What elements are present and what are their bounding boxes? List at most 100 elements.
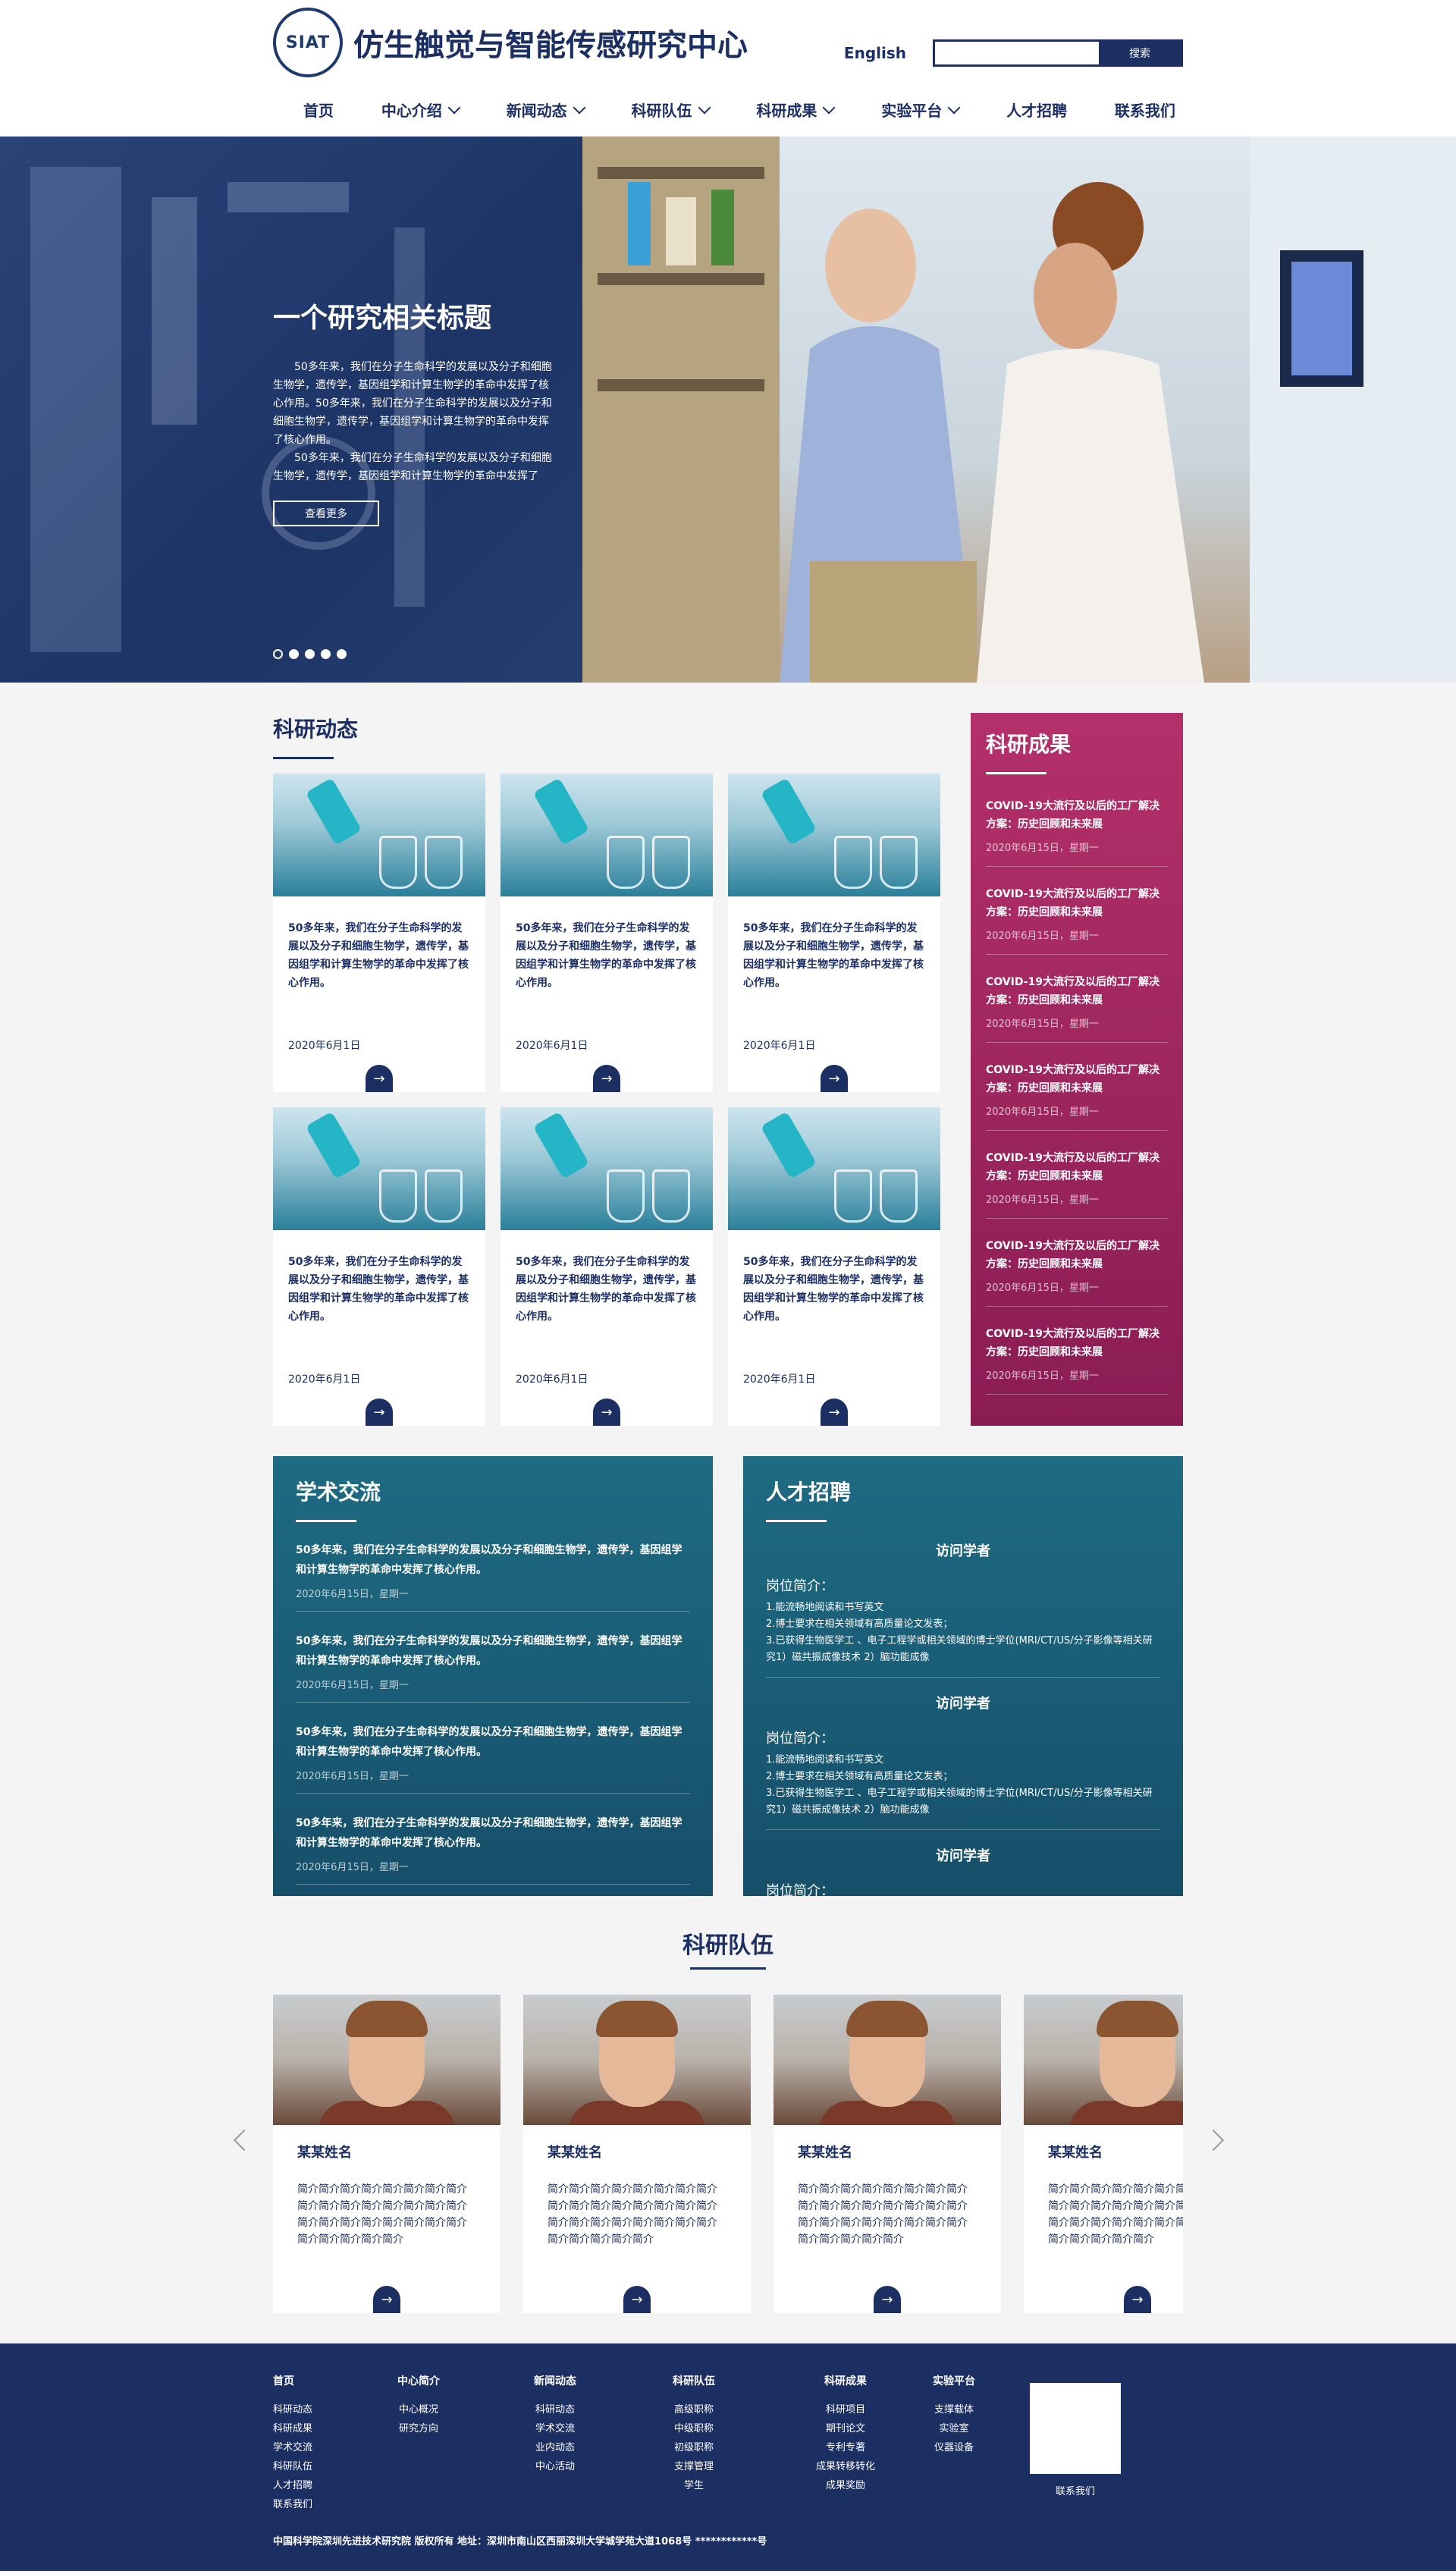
footer-link[interactable]: 支撑管理 <box>664 2457 724 2476</box>
footer-link[interactable]: 科研项目 <box>808 2400 883 2419</box>
nav-item[interactable]: 联系我们 <box>1115 99 1175 121</box>
footer-link[interactable]: 实验室 <box>924 2419 984 2438</box>
nav-item[interactable]: 新闻动态 <box>507 99 586 121</box>
nav-item[interactable]: 科研队伍 <box>632 99 711 121</box>
arrow-right-icon[interactable]: → <box>821 1399 848 1426</box>
footer-link[interactable]: 期刊论文 <box>808 2419 883 2438</box>
footer-link[interactable]: 科研动态 <box>525 2400 585 2419</box>
nav-item[interactable]: 人才招聘 <box>1006 99 1067 121</box>
footer-link[interactable]: 高级职称 <box>664 2400 724 2419</box>
footer-link[interactable]: 初级职称 <box>664 2438 724 2457</box>
result-item[interactable]: COVID-19大流行及以后的工厂解决方案：历史回顾和未来展 2020年6月15日… <box>986 1237 1168 1307</box>
result-item[interactable]: COVID-19大流行及以后的工厂解决方案：历史回顾和未来展 2020年6月15日… <box>986 1149 1168 1219</box>
result-item[interactable]: COVID-19大流行及以后的工厂解决方案：历史回顾和未来展 2020年6月15日… <box>986 1325 1168 1395</box>
nav-item[interactable]: 科研成果 <box>756 99 836 121</box>
lab-image <box>500 1107 713 1230</box>
carousel-dot[interactable] <box>321 649 331 659</box>
news-card[interactable]: 50多年来，我们在分子生命科学的发展以及分子和细胞生物学，遗传学，基因组学和计算… <box>728 1107 940 1426</box>
job-item[interactable]: 访问学者 岗位简介： 1.能流畅地阅读和书写英文 2.博士要求在相关领域有高质量论文发… <box>766 1693 1160 1830</box>
footer-link[interactable]: 研究方向 <box>388 2419 449 2438</box>
footer-link[interactable]: 中级职称 <box>664 2419 724 2438</box>
team-member-card[interactable]: 某某姓名简介简介简介简介简介简介简介简介简介简介简介简介简介简介简介简介简介简介… <box>523 1995 751 2313</box>
job-heading: 访问学者 <box>936 1848 990 1864</box>
footer-link[interactable]: 仪器设备 <box>924 2438 984 2457</box>
site-logo[interactable]: SIAT 仿生触觉与智能传感研究中心 <box>273 8 748 77</box>
read-more-button[interactable]: 查看更多 <box>273 501 379 526</box>
news-card[interactable]: 50多年来，我们在分子生命科学的发展以及分子和细胞生物学，遗传学，基因组学和计算… <box>500 774 713 1092</box>
chevron-down-icon <box>947 101 961 114</box>
arrow-right-icon[interactable]: → <box>593 1065 620 1092</box>
news-date: 2020年6月1日 <box>743 1040 816 1052</box>
job-item[interactable]: 访问学者 岗位简介： <box>766 1845 1160 1896</box>
nav-item[interactable]: 实验平台 <box>881 99 961 121</box>
academic-item[interactable]: 50多年来，我们在分子生命科学的发展以及分子和细胞生物学，遗传学，基因组学和计算… <box>296 1540 690 1612</box>
carousel-next-icon[interactable] <box>1202 2129 1225 2152</box>
academic-panel: 学术交流 50多年来，我们在分子生命科学的发展以及分子和细胞生物学，遗传学，基因… <box>273 1456 713 1896</box>
search-button[interactable]: 搜索 <box>1099 42 1181 64</box>
search-input[interactable] <box>935 42 1099 64</box>
job-item[interactable]: 访问学者 岗位简介： 1.能流畅地阅读和书写英文 2.博士要求在相关领域有高质量论文发… <box>766 1540 1160 1678</box>
arrow-right-icon[interactable]: → <box>821 1065 848 1092</box>
news-card[interactable]: 50多年来，我们在分子生命科学的发展以及分子和细胞生物学，遗传学，基因组学和计算… <box>728 774 940 1092</box>
footer-link[interactable]: 科研队伍 <box>273 2457 318 2476</box>
footer-column-heading[interactable]: 实验平台 <box>924 2372 984 2391</box>
result-item[interactable]: COVID-19大流行及以后的工厂解决方案：历史回顾和未来展 2020年6月15日… <box>986 797 1168 867</box>
nav-item-label: 科研成果 <box>756 102 817 120</box>
team-member-card[interactable]: 某某姓名简介简介简介简介简介简介简介简介简介简介简介简介简介简介简介简介简介简介… <box>1024 1995 1183 2313</box>
footer-link[interactable]: 成果奖励 <box>808 2476 883 2495</box>
english-link[interactable]: English <box>844 44 906 62</box>
result-item[interactable]: COVID-19大流行及以后的工厂解决方案：历史回顾和未来展 2020年6月15日… <box>986 973 1168 1043</box>
member-photo <box>1024 1995 1183 2125</box>
result-item[interactable]: COVID-19大流行及以后的工厂解决方案：历史回顾和未来展 2020年6月15日… <box>986 1061 1168 1131</box>
footer-link[interactable]: 人才招聘 <box>273 2476 318 2495</box>
footer-link[interactable]: 专利专著 <box>808 2438 883 2457</box>
footer-column-heading[interactable]: 中心简介 <box>388 2372 449 2391</box>
footer-column-heading[interactable]: 新闻动态 <box>525 2372 585 2391</box>
footer-link[interactable]: 支撑载体 <box>924 2400 984 2419</box>
academic-item[interactable]: 50多年来，我们在分子生命科学的发展以及分子和细胞生物学，遗传学，基因组学和计算… <box>296 1722 690 1794</box>
footer-column: 新闻动态科研动态 学术交流 业内动态 中心活动 <box>525 2372 585 2476</box>
footer-column-heading[interactable]: 科研队伍 <box>664 2372 724 2391</box>
footer-link[interactable]: 学术交流 <box>525 2419 585 2438</box>
result-date: 2020年6月15日，星期一 <box>986 1019 1099 1030</box>
team-member-card[interactable]: 某某姓名简介简介简介简介简介简介简介简介简介简介简介简介简介简介简介简介简介简介… <box>774 1995 1001 2313</box>
title-underline <box>690 1967 766 1970</box>
footer-column-heading[interactable]: 科研成果 <box>808 2372 883 2391</box>
arrow-right-icon[interactable]: → <box>1124 2286 1151 2313</box>
academic-item[interactable]: 50多年来，我们在分子生命科学的发展以及分子和细胞生物学，遗传学，基因组学和计算… <box>296 1813 690 1885</box>
academic-item[interactable]: 50多年来，我们在分子生命科学的发展以及分子和细胞生物学，遗传学，基因组学和计算… <box>296 1631 690 1703</box>
result-item[interactable]: COVID-19大流行及以后的工厂解决方案：历史回顾和未来展 2020年6月15日… <box>986 885 1168 955</box>
job-requirement: 2.博士要求在相关领域有高质量论文发表； <box>766 1618 953 1630</box>
nav-item[interactable]: 中心介绍 <box>381 99 461 121</box>
footer-link[interactable]: 科研动态 <box>273 2400 318 2419</box>
nav-item[interactable]: 首页 <box>303 99 334 121</box>
carousel-dot[interactable] <box>305 649 315 659</box>
footer-link[interactable]: 业内动态 <box>525 2438 585 2457</box>
news-date: 2020年6月1日 <box>516 1040 588 1052</box>
carousel-dot[interactable] <box>273 649 283 659</box>
arrow-right-icon[interactable]: → <box>593 1399 620 1426</box>
member-name: 某某姓名 <box>548 2145 602 2161</box>
arrow-right-icon[interactable]: → <box>874 2286 901 2313</box>
carousel-dot[interactable] <box>289 649 299 659</box>
news-card[interactable]: 50多年来，我们在分子生命科学的发展以及分子和细胞生物学，遗传学，基因组学和计算… <box>273 1107 485 1426</box>
footer-link[interactable]: 学术交流 <box>273 2438 318 2457</box>
carousel-prev-icon[interactable] <box>233 2129 256 2152</box>
arrow-right-icon[interactable]: → <box>623 2286 651 2313</box>
footer-link[interactable]: 学生 <box>664 2476 724 2495</box>
arrow-right-icon[interactable]: → <box>366 1399 393 1426</box>
footer-link[interactable]: 中心活动 <box>525 2457 585 2476</box>
footer-link[interactable]: 成果转移转化 <box>808 2457 883 2476</box>
footer-link[interactable]: 联系我们 <box>273 2495 318 2514</box>
news-grid: 50多年来，我们在分子生命科学的发展以及分子和细胞生物学，遗传学，基因组学和计算… <box>273 774 940 1426</box>
footer-link[interactable]: 中心概况 <box>388 2400 449 2419</box>
arrow-right-icon[interactable]: → <box>373 2286 400 2313</box>
arrow-right-icon[interactable]: → <box>366 1065 393 1092</box>
news-card[interactable]: 50多年来，我们在分子生命科学的发展以及分子和细胞生物学，遗传学，基因组学和计算… <box>500 1107 713 1426</box>
carousel-dot[interactable] <box>337 649 347 659</box>
team-member-card[interactable]: 某某姓名简介简介简介简介简介简介简介简介简介简介简介简介简介简介简介简介简介简介… <box>273 1995 500 2313</box>
footer-column-heading[interactable]: 首页 <box>273 2372 318 2391</box>
footer-link[interactable]: 科研成果 <box>273 2419 318 2438</box>
news-card[interactable]: 50多年来，我们在分子生命科学的发展以及分子和细胞生物学，遗传学，基因组学和计算… <box>273 774 485 1092</box>
result-title: COVID-19大流行及以后的工厂解决方案：历史回顾和未来展 <box>986 888 1160 918</box>
